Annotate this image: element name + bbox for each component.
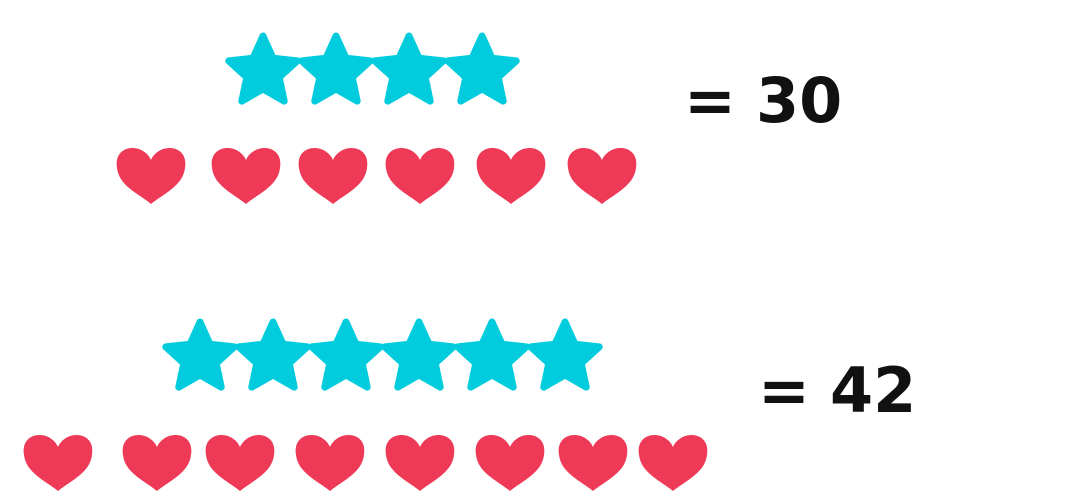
star-icon [444, 32, 520, 105]
equals-sign: = [684, 64, 736, 137]
star-icon [162, 318, 238, 391]
heart-icon [122, 435, 192, 491]
star-icon [527, 318, 603, 391]
heart-icon [385, 435, 455, 491]
equation-1-hearts-row [116, 148, 637, 204]
star-icon [308, 318, 384, 391]
heart-icon [476, 148, 546, 204]
star-icon [454, 318, 530, 391]
heart-icon [475, 435, 545, 491]
heart-icon [116, 148, 186, 204]
star-icon [235, 318, 311, 391]
equation-2-result: = 42 [758, 360, 916, 422]
result-value: 30 [755, 64, 843, 137]
equation-2-hearts-row [23, 435, 708, 491]
heart-icon [23, 435, 93, 491]
heart-icon [385, 148, 455, 204]
heart-icon [298, 148, 368, 204]
equals-sign: = [758, 354, 810, 427]
star-icon [225, 32, 301, 105]
result-value: 42 [829, 354, 917, 427]
heart-icon [638, 435, 708, 491]
puzzle-canvas [23, 32, 708, 491]
equation-1-result: = 30 [684, 70, 842, 132]
star-icon [381, 318, 457, 391]
star-icon [371, 32, 447, 105]
star-icon [298, 32, 374, 105]
heart-icon [205, 435, 275, 491]
heart-icon [295, 435, 365, 491]
equation-2-stars-row [162, 318, 603, 391]
equation-1-stars-row [225, 32, 520, 105]
heart-icon [558, 435, 628, 491]
heart-icon [567, 148, 637, 204]
heart-icon [211, 148, 281, 204]
